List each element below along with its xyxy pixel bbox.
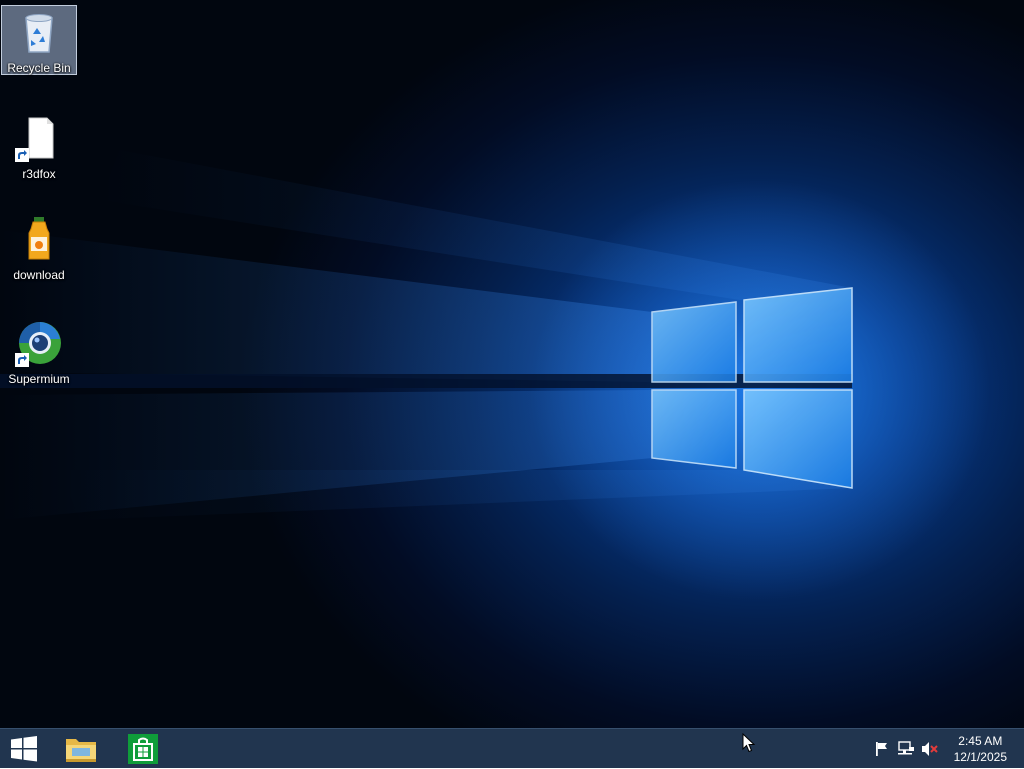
desktop-icon-label: download	[13, 268, 65, 282]
windows-wallpaper	[0, 150, 990, 600]
clock-time: 2:45 AM	[958, 734, 1003, 748]
mouse-cursor-icon	[742, 733, 756, 753]
desktop-icon-supermium[interactable]: Supermium	[1, 317, 77, 387]
recycle-bin-icon	[15, 8, 63, 56]
desktop[interactable]: Recycle Bin r3dfox download Supermium	[0, 0, 1024, 728]
store-icon	[128, 734, 158, 764]
taskbar: 2:45 AM 12/1/2025	[0, 728, 1024, 768]
juice-bottle-icon	[15, 215, 63, 263]
desktop-icon-label: r3dfox	[22, 167, 56, 181]
start-button[interactable]	[0, 729, 48, 769]
shortcut-arrow-icon	[15, 148, 29, 162]
desktop-icon-download[interactable]: download	[1, 213, 77, 283]
clock-date: 12/1/2025	[953, 750, 1007, 764]
network-icon[interactable]	[897, 741, 915, 757]
volume-muted-icon[interactable]	[921, 741, 939, 757]
taskbar-store[interactable]	[120, 729, 166, 769]
supermium-browser-icon	[15, 319, 63, 367]
desktop-icon-label: Recycle Bin	[7, 61, 71, 75]
taskbar-file-explorer[interactable]	[58, 729, 104, 769]
action-center-flag-icon[interactable]	[873, 741, 891, 757]
desktop-icon-recycle-bin[interactable]: Recycle Bin	[1, 5, 77, 75]
shortcut-arrow-icon	[15, 353, 29, 367]
system-clock[interactable]: 2:45 AM 12/1/2025	[954, 733, 1007, 765]
folder-icon	[66, 739, 96, 762]
desktop-icon-label: Supermium	[8, 372, 70, 386]
desktop-icon-r3dfox[interactable]: r3dfox	[1, 112, 77, 182]
document-icon	[15, 114, 63, 162]
windows-logo-icon	[11, 736, 37, 762]
